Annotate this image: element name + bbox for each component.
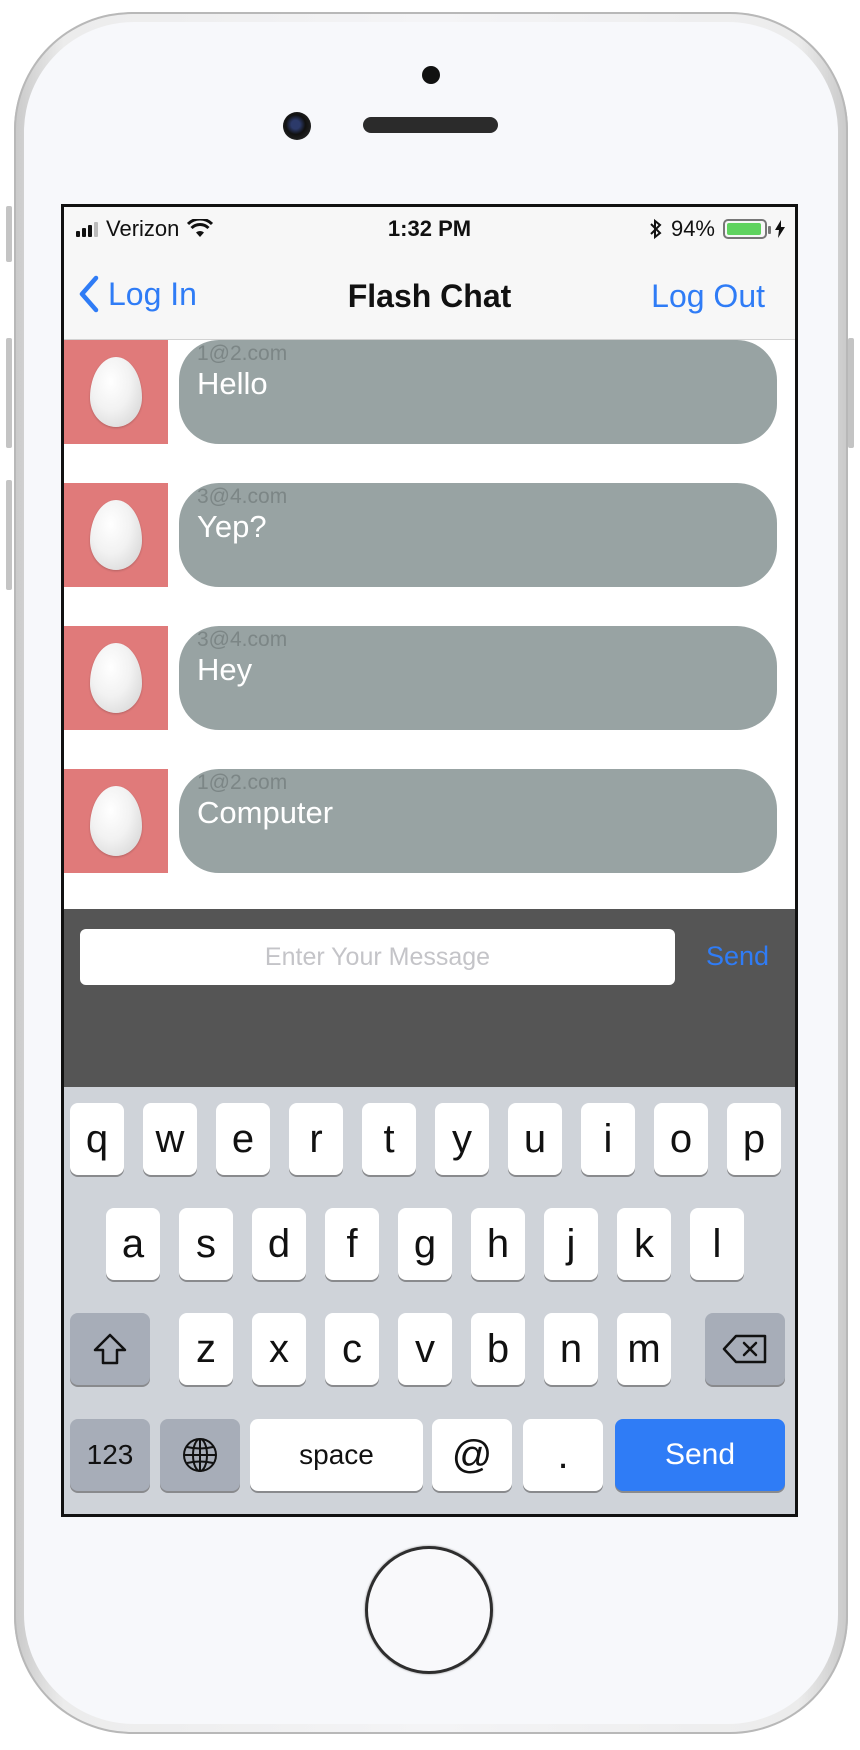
globe-icon [183,1438,217,1472]
key-l[interactable]: l [690,1208,744,1280]
key-e[interactable]: e [216,1103,270,1175]
proximity-sensor [422,66,440,84]
message-sender: 3@4.com [197,485,288,508]
key-p[interactable]: p [727,1103,781,1175]
message-sender: 1@2.com [197,771,288,794]
keyboard: q w e r t y u i o p a s d f g h j k l z … [64,1087,795,1514]
avatar [64,626,168,730]
key-i[interactable]: i [581,1103,635,1175]
key-t[interactable]: t [362,1103,416,1175]
key-d[interactable]: d [252,1208,306,1280]
earpiece-speaker [363,117,498,133]
shift-key[interactable] [70,1313,150,1385]
navigation-bar: Log In Flash Chat Log Out [64,251,795,340]
key-x[interactable]: x [252,1313,306,1385]
key-q[interactable]: q [70,1103,124,1175]
message-bubble: 1@2.com Hello [179,340,777,444]
message-row: 3@4.com Yep? [64,483,795,587]
front-camera [283,112,311,140]
globe-key[interactable] [160,1419,240,1491]
key-o[interactable]: o [654,1103,708,1175]
egg-avatar-icon [90,643,142,713]
message-composer: Send [64,909,795,1087]
mute-switch [6,206,12,262]
key-a[interactable]: a [106,1208,160,1280]
keyboard-send-key[interactable]: Send [615,1419,785,1491]
volume-up-button [6,338,12,448]
key-w[interactable]: w [143,1103,197,1175]
key-b[interactable]: b [471,1313,525,1385]
volume-down-button [6,480,12,590]
message-input[interactable] [80,929,675,985]
key-r[interactable]: r [289,1103,343,1175]
key-n[interactable]: n [544,1313,598,1385]
at-key[interactable]: @ [432,1419,512,1491]
message-row: 3@4.com Hey [64,626,795,730]
avatar [64,483,168,587]
message-bubble: 1@2.com Computer [179,769,777,873]
message-bubble: 3@4.com Yep? [179,483,777,587]
message-row: 1@2.com Computer [64,769,795,873]
message-row: 1@2.com Hello [64,340,795,444]
power-button [848,338,854,448]
charging-bolt-icon [775,220,785,238]
key-z[interactable]: z [179,1313,233,1385]
egg-avatar-icon [90,500,142,570]
key-f[interactable]: f [325,1208,379,1280]
bluetooth-icon [650,218,662,240]
key-v[interactable]: v [398,1313,452,1385]
backspace-icon [722,1334,767,1364]
dot-key[interactable]: . [523,1419,603,1491]
message-text: Yep? [197,509,267,544]
shift-arrow-icon [93,1333,127,1365]
numbers-key[interactable]: 123 [70,1419,150,1491]
avatar [64,769,168,873]
egg-avatar-icon [90,357,142,427]
message-text: Hey [197,652,253,687]
message-sender: 3@4.com [197,628,288,651]
battery-percent: 94% [670,216,715,241]
status-right: 94% [649,216,785,242]
message-bubble: 3@4.com Hey [179,626,777,730]
space-key[interactable]: space [250,1419,423,1491]
home-button[interactable] [365,1546,493,1674]
key-j[interactable]: j [544,1208,598,1280]
delete-key[interactable] [705,1313,785,1385]
avatar [64,340,168,444]
key-c[interactable]: c [325,1313,379,1385]
phone-screen: Verizon 1:32 PM 94% Log In Flash Chat Lo… [61,204,798,1517]
key-h[interactable]: h [471,1208,525,1280]
message-text: Computer [197,795,334,830]
key-m[interactable]: m [617,1313,671,1385]
message-sender: 1@2.com [197,342,288,365]
log-out-button[interactable]: Log Out [651,278,765,315]
key-s[interactable]: s [179,1208,233,1280]
key-y[interactable]: y [435,1103,489,1175]
status-bar: Verizon 1:32 PM 94% [64,207,795,251]
battery-level-fill [727,223,761,235]
message-text: Hello [197,366,268,401]
send-button[interactable]: Send [706,941,769,972]
egg-avatar-icon [90,786,142,856]
battery-icon [723,219,771,239]
key-g[interactable]: g [398,1208,452,1280]
key-u[interactable]: u [508,1103,562,1175]
key-k[interactable]: k [617,1208,671,1280]
